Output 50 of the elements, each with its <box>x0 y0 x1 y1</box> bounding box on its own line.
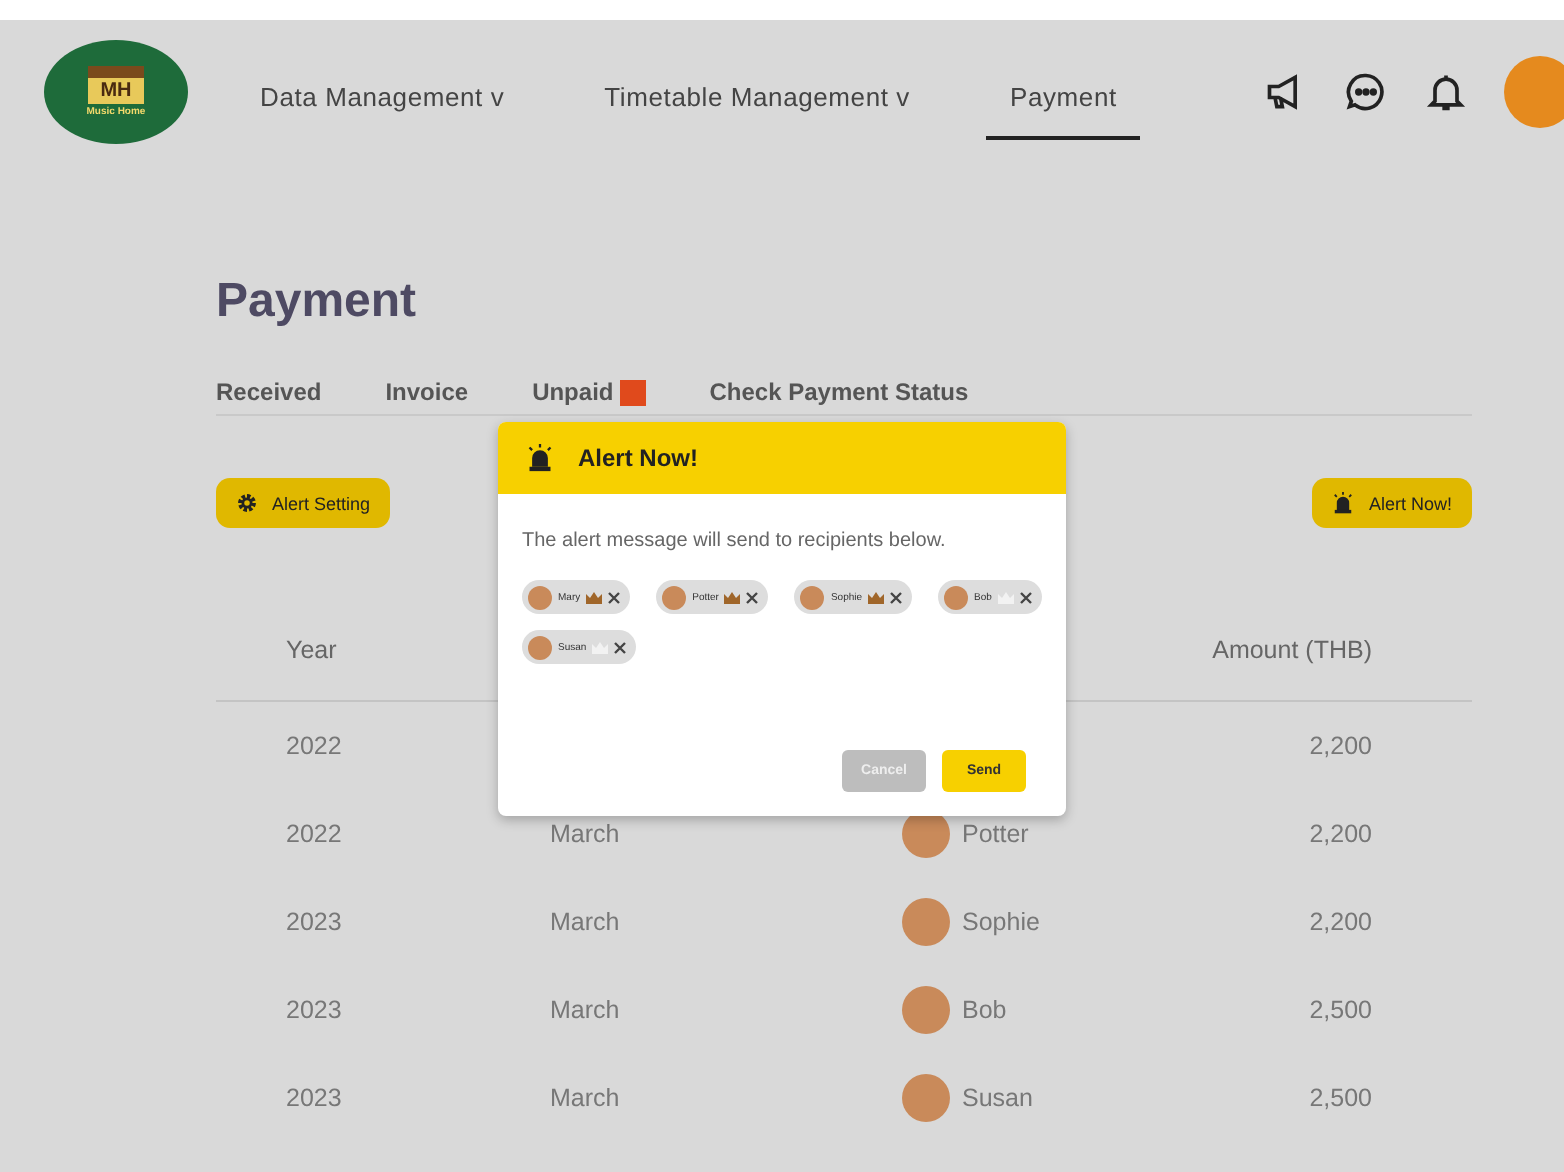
close-icon[interactable] <box>608 591 621 603</box>
tab[interactable]: Unpaid <box>532 378 646 406</box>
student-name: Susan <box>962 1084 1033 1112</box>
table-cell-text: 2022 <box>284 818 344 852</box>
tab[interactable]: Invoice <box>385 378 469 406</box>
table-cell-text: 2023 <box>284 906 344 940</box>
table-cell-text: 2,200 <box>1307 730 1374 764</box>
recipient-avatar <box>800 585 825 609</box>
column-header: Year <box>216 600 416 702</box>
tab[interactable]: Received <box>216 378 322 406</box>
table-cell-text: 2,500 <box>1307 1082 1374 1116</box>
close-icon[interactable] <box>890 591 903 603</box>
settings-icon <box>236 492 258 514</box>
student-name: Bob <box>962 996 1007 1024</box>
student-name: Potter <box>962 820 1029 848</box>
siren-icon <box>526 444 554 472</box>
recipient-avatar <box>528 635 552 659</box>
chat-icon[interactable] <box>1344 70 1388 114</box>
alert-now-button[interactable]: Alert Now! <box>1312 478 1472 528</box>
page-title: Payment <box>216 274 419 330</box>
column-header: Amount (THB) <box>1206 600 1472 702</box>
table-cell: March <box>550 1084 620 1112</box>
close-icon[interactable] <box>614 641 627 653</box>
nav-link[interactable]: Payment <box>985 57 1141 139</box>
table-cell-text: 2,500 <box>1307 994 1374 1028</box>
student-avatar <box>902 898 950 946</box>
table-cell-text: 2,200 <box>1307 906 1374 940</box>
recipient-avatar <box>944 585 969 609</box>
bell-icon[interactable] <box>1424 70 1468 114</box>
recipient-avatar <box>528 585 552 609</box>
tab[interactable]: Check Payment Status <box>709 378 969 406</box>
table-cell: March <box>550 996 620 1024</box>
table-cell-text: 2023 <box>284 994 344 1028</box>
student-name: Sophie <box>962 908 1040 936</box>
recipient-avatar <box>662 585 687 609</box>
dialog-title: Alert Now! <box>578 444 698 472</box>
table-cell: March <box>550 820 620 848</box>
table-cell-text: 2023 <box>284 1082 344 1116</box>
dialog-message: The alert message will send to recipients below. <box>522 530 948 552</box>
close-icon[interactable] <box>1019 591 1032 603</box>
student-avatar <box>902 986 950 1034</box>
student-avatar <box>902 1074 950 1122</box>
nav-link[interactable]: Data Management v <box>236 57 529 139</box>
table-cell-text: 2022 <box>284 730 344 764</box>
alert-setting-button[interactable]: Alert Setting <box>216 478 391 528</box>
nav-link[interactable]: Timetable Management v <box>580 57 934 139</box>
close-icon[interactable] <box>746 591 759 603</box>
table-cell-text: 2,200 <box>1307 818 1374 852</box>
table-cell: March <box>550 908 620 936</box>
siren-icon <box>1332 492 1355 514</box>
